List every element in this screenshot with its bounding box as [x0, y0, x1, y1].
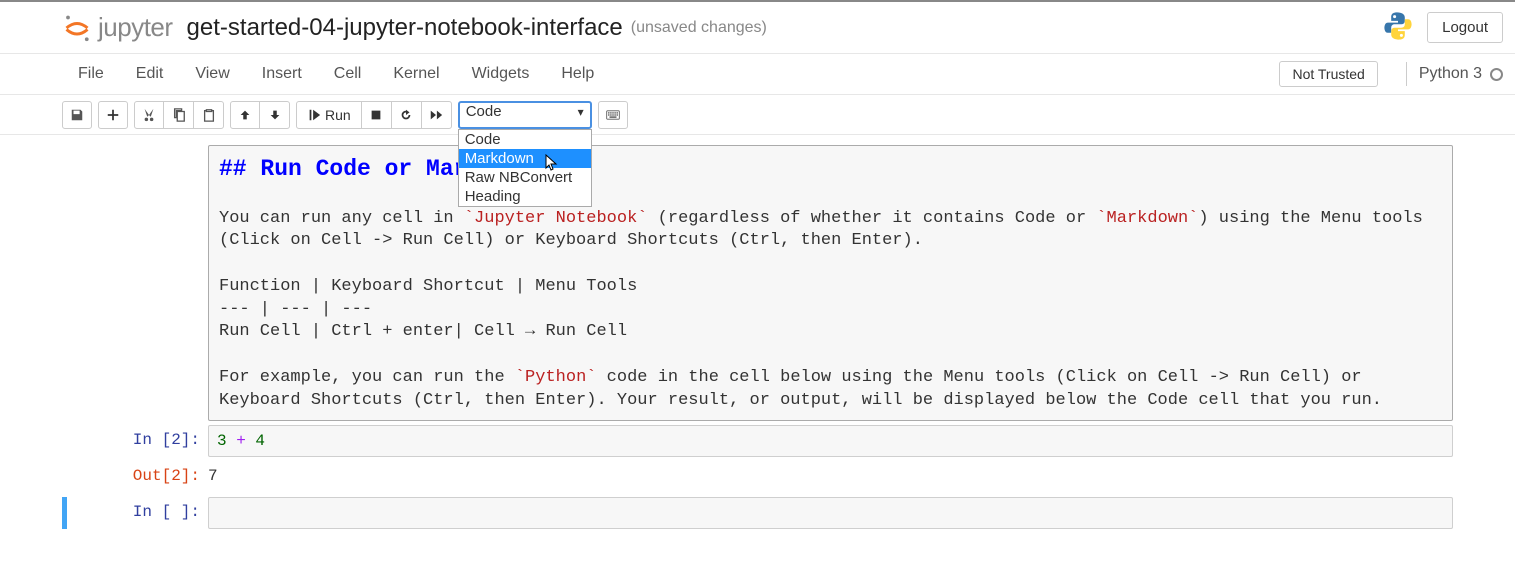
- cut-icon: [142, 108, 156, 122]
- header: jupyter get-started-04-jupyter-notebook-…: [0, 2, 1515, 54]
- cut-button[interactable]: [134, 101, 164, 129]
- stop-icon: [369, 108, 383, 122]
- jupyter-icon: [62, 13, 92, 43]
- cell-type-option-raw[interactable]: Raw NBConvert: [459, 168, 591, 187]
- menu-kernel[interactable]: Kernel: [377, 55, 455, 93]
- move-up-button[interactable]: [230, 101, 260, 129]
- restart-icon: [399, 108, 413, 122]
- keyboard-icon: [606, 108, 620, 122]
- logout-button[interactable]: Logout: [1427, 12, 1503, 43]
- cell-type-menu: Code Markdown Raw NBConvert Heading: [458, 129, 592, 207]
- cell-type-option-heading[interactable]: Heading: [459, 187, 591, 206]
- arrow-up-icon: [238, 108, 252, 122]
- restart-button[interactable]: [392, 101, 422, 129]
- code-cell-2[interactable]: In [ ]:: [62, 497, 1453, 529]
- run-label: Run: [325, 107, 351, 123]
- in-prompt-empty: In [ ]:: [67, 497, 208, 529]
- code-cell-1[interactable]: In [2]: 3 + 4: [62, 425, 1453, 457]
- save-button[interactable]: [62, 101, 92, 129]
- cell-type-dropdown[interactable]: Code Code Markdown Raw NBConvert Heading: [458, 101, 592, 129]
- menu-widgets[interactable]: Widgets: [456, 55, 546, 93]
- menubar: File Edit View Insert Cell Kernel Widget…: [0, 54, 1515, 95]
- move-down-button[interactable]: [260, 101, 290, 129]
- markdown-source[interactable]: ## Run Code or Markdown You can run any …: [208, 145, 1453, 421]
- notebook-area: ## Run Code or Markdown You can run any …: [0, 135, 1515, 563]
- kernel-status-icon: [1490, 68, 1503, 81]
- menu-view[interactable]: View: [179, 55, 245, 93]
- logo-text: jupyter: [98, 12, 173, 43]
- markdown-cell[interactable]: ## Run Code or Markdown You can run any …: [62, 145, 1453, 421]
- out-prompt: Out[2]:: [62, 461, 208, 485]
- cell-type-selected[interactable]: Code: [458, 101, 592, 129]
- run-icon: [307, 108, 321, 122]
- code-input[interactable]: 3 + 4: [208, 425, 1453, 457]
- toolbar: Run Code Code Markdown Raw NBConvert Hea…: [0, 95, 1515, 135]
- save-icon: [70, 108, 84, 122]
- save-status: (unsaved changes): [631, 19, 767, 37]
- prompt-empty: [62, 145, 208, 421]
- copy-button[interactable]: [164, 101, 194, 129]
- menu-cell[interactable]: Cell: [318, 55, 378, 93]
- kernel-name[interactable]: Python 3: [1419, 65, 1482, 83]
- run-button[interactable]: Run: [296, 101, 362, 129]
- menu-file[interactable]: File: [62, 55, 120, 93]
- menu-edit[interactable]: Edit: [120, 55, 180, 93]
- python-icon: [1381, 9, 1415, 46]
- add-cell-button[interactable]: [98, 101, 128, 129]
- restart-run-all-button[interactable]: [422, 101, 452, 129]
- jupyter-logo[interactable]: jupyter: [62, 12, 173, 43]
- paste-icon: [202, 108, 216, 122]
- notebook-name[interactable]: get-started-04-jupyter-notebook-interfac…: [187, 14, 623, 42]
- code-input-empty[interactable]: [208, 497, 1453, 529]
- fast-forward-icon: [429, 108, 443, 122]
- cell-type-option-code[interactable]: Code: [459, 130, 591, 149]
- code-cell-1-output: Out[2]: 7: [62, 461, 1453, 485]
- output-value: 7: [208, 461, 1453, 485]
- cell-type-option-markdown[interactable]: Markdown: [459, 149, 591, 168]
- arrow-down-icon: [268, 108, 282, 122]
- paste-button[interactable]: [194, 101, 224, 129]
- trust-button[interactable]: Not Trusted: [1279, 61, 1377, 87]
- menu-insert[interactable]: Insert: [246, 55, 318, 93]
- interrupt-button[interactable]: [362, 101, 392, 129]
- menu-help[interactable]: Help: [545, 55, 610, 93]
- command-palette-button[interactable]: [598, 101, 628, 129]
- copy-icon: [172, 108, 186, 122]
- kernel-divider: [1406, 62, 1407, 86]
- plus-icon: [106, 108, 120, 122]
- in-prompt: In [2]:: [62, 425, 208, 457]
